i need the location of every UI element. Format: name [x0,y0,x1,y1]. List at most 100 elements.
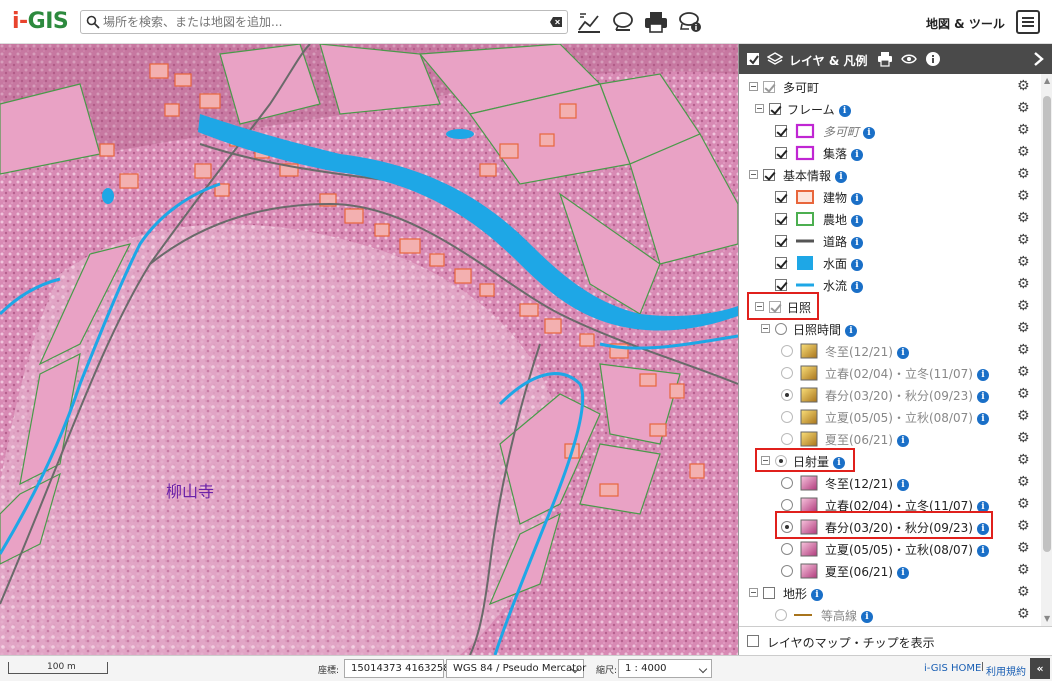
info-icon[interactable]: i [976,413,989,425]
gear-icon[interactable]: ⚙ [1017,299,1031,313]
collapse-toggle[interactable] [749,588,758,597]
info-icon[interactable]: i [851,149,864,161]
info-icon[interactable] [925,51,941,67]
collapse-panel-icon[interactable]: « [1030,658,1050,679]
crs-select[interactable]: WGS 84 / Pseudo Mercator [446,659,586,678]
print-icon[interactable] [643,10,669,34]
layer-checkbox[interactable] [763,587,775,599]
search-box[interactable] [80,10,568,34]
gear-icon[interactable]: ⚙ [1017,189,1031,203]
info-icon[interactable]: i [851,259,864,271]
draw-icon[interactable] [610,10,636,34]
info-icon[interactable]: i [896,435,909,447]
layer-radio[interactable] [781,543,793,555]
layer-radio[interactable] [781,389,793,401]
layer-checkbox[interactable] [769,103,781,115]
panel-master-checkbox[interactable] [747,53,759,65]
info-icon[interactable]: i [896,567,909,579]
info-icon[interactable]: i [851,215,864,227]
layer-scrollbar[interactable]: ▲ ▼ [1041,74,1052,626]
info-icon[interactable]: i [838,105,851,117]
layer-checkbox[interactable] [775,213,787,225]
gear-icon[interactable]: ⚙ [1017,475,1031,489]
layer-checkbox[interactable] [763,81,775,93]
scroll-down-icon[interactable]: ▼ [1044,614,1050,623]
info-icon[interactable]: i [896,479,909,491]
gear-icon[interactable]: ⚙ [1017,563,1031,577]
scrollbar-thumb[interactable] [1043,96,1051,552]
map-chip-toggle[interactable]: レイヤのマップ・チップを表示 [739,626,1052,655]
gear-icon[interactable]: ⚙ [1017,453,1031,467]
gear-icon[interactable]: ⚙ [1017,365,1031,379]
layer-radio[interactable] [781,367,793,379]
layer-radio[interactable] [781,499,793,511]
info-icon[interactable]: i [863,127,876,139]
gear-icon[interactable]: ⚙ [1017,585,1031,599]
map-canvas[interactable]: 柳山寺 [0,44,738,655]
gear-icon[interactable]: ⚙ [1017,255,1031,269]
map-chip-checkbox[interactable] [747,635,759,647]
gear-icon[interactable]: ⚙ [1017,167,1031,181]
clear-icon[interactable] [550,17,562,27]
layer-radio[interactable] [775,609,787,621]
layer-radio[interactable] [781,433,793,445]
layer-checkbox[interactable] [775,279,787,291]
gear-icon[interactable]: ⚙ [1017,211,1031,225]
scroll-up-icon[interactable]: ▲ [1044,76,1050,85]
terms-link[interactable]: 利用規約 [986,663,1026,678]
gear-icon[interactable]: ⚙ [1017,321,1031,335]
home-link[interactable]: i-GIS HOME [924,663,981,674]
layer-info-icon[interactable] [677,10,703,34]
gear-icon[interactable]: ⚙ [1017,541,1031,555]
layer-checkbox[interactable] [775,147,787,159]
ratio-select[interactable]: 1 : 4000 [618,659,712,678]
info-icon[interactable]: i [811,589,824,601]
gear-icon[interactable]: ⚙ [1017,409,1031,423]
coord-field[interactable]: 15014373 4163258 [344,659,450,678]
menu-button[interactable] [1016,10,1040,34]
layer-checkbox[interactable] [775,257,787,269]
layer-radio[interactable] [781,565,793,577]
info-icon[interactable]: i [976,391,989,403]
collapse-toggle[interactable] [749,170,758,179]
info-icon[interactable]: i [851,281,864,293]
gear-icon[interactable]: ⚙ [1017,101,1031,115]
info-icon[interactable]: i [835,171,848,183]
info-icon[interactable]: i [851,193,864,205]
layer-checkbox[interactable] [763,169,775,181]
info-icon[interactable]: i [896,347,909,359]
collapse-panel-icon[interactable] [1031,51,1045,67]
gear-icon[interactable]: ⚙ [1017,123,1031,137]
eye-icon[interactable] [901,51,917,67]
gear-icon[interactable]: ⚙ [1017,233,1031,247]
gear-icon[interactable]: ⚙ [1017,497,1031,511]
info-icon[interactable]: i [976,369,989,381]
collapse-toggle[interactable] [749,82,758,91]
tools-label[interactable]: 地図 & ツール [926,15,1005,32]
measure-icon[interactable] [576,10,602,34]
gear-icon[interactable]: ⚙ [1017,343,1031,357]
layer-radio[interactable] [781,477,793,489]
app-logo[interactable]: i-GIS [12,9,69,34]
layer-checkbox[interactable] [775,125,787,137]
gear-icon[interactable]: ⚙ [1017,387,1031,401]
gear-icon[interactable]: ⚙ [1017,519,1031,533]
info-icon[interactable]: i [861,611,874,623]
gear-icon[interactable]: ⚙ [1017,145,1031,159]
gear-icon[interactable]: ⚙ [1017,607,1031,621]
print-icon[interactable] [877,51,893,67]
info-icon[interactable]: i [851,237,864,249]
gear-icon[interactable]: ⚙ [1017,277,1031,291]
layer-checkbox[interactable] [775,191,787,203]
layer-radio[interactable] [781,411,793,423]
collapse-toggle[interactable] [761,324,770,333]
info-icon[interactable]: i [976,545,989,557]
layer-checkbox[interactable] [775,235,787,247]
collapse-toggle[interactable] [755,104,764,113]
gear-icon[interactable]: ⚙ [1017,431,1031,445]
search-input[interactable] [103,13,543,31]
info-icon[interactable]: i [845,325,858,337]
gear-icon[interactable]: ⚙ [1017,79,1031,93]
layer-radio[interactable] [775,323,787,335]
layer-radio[interactable] [781,345,793,357]
